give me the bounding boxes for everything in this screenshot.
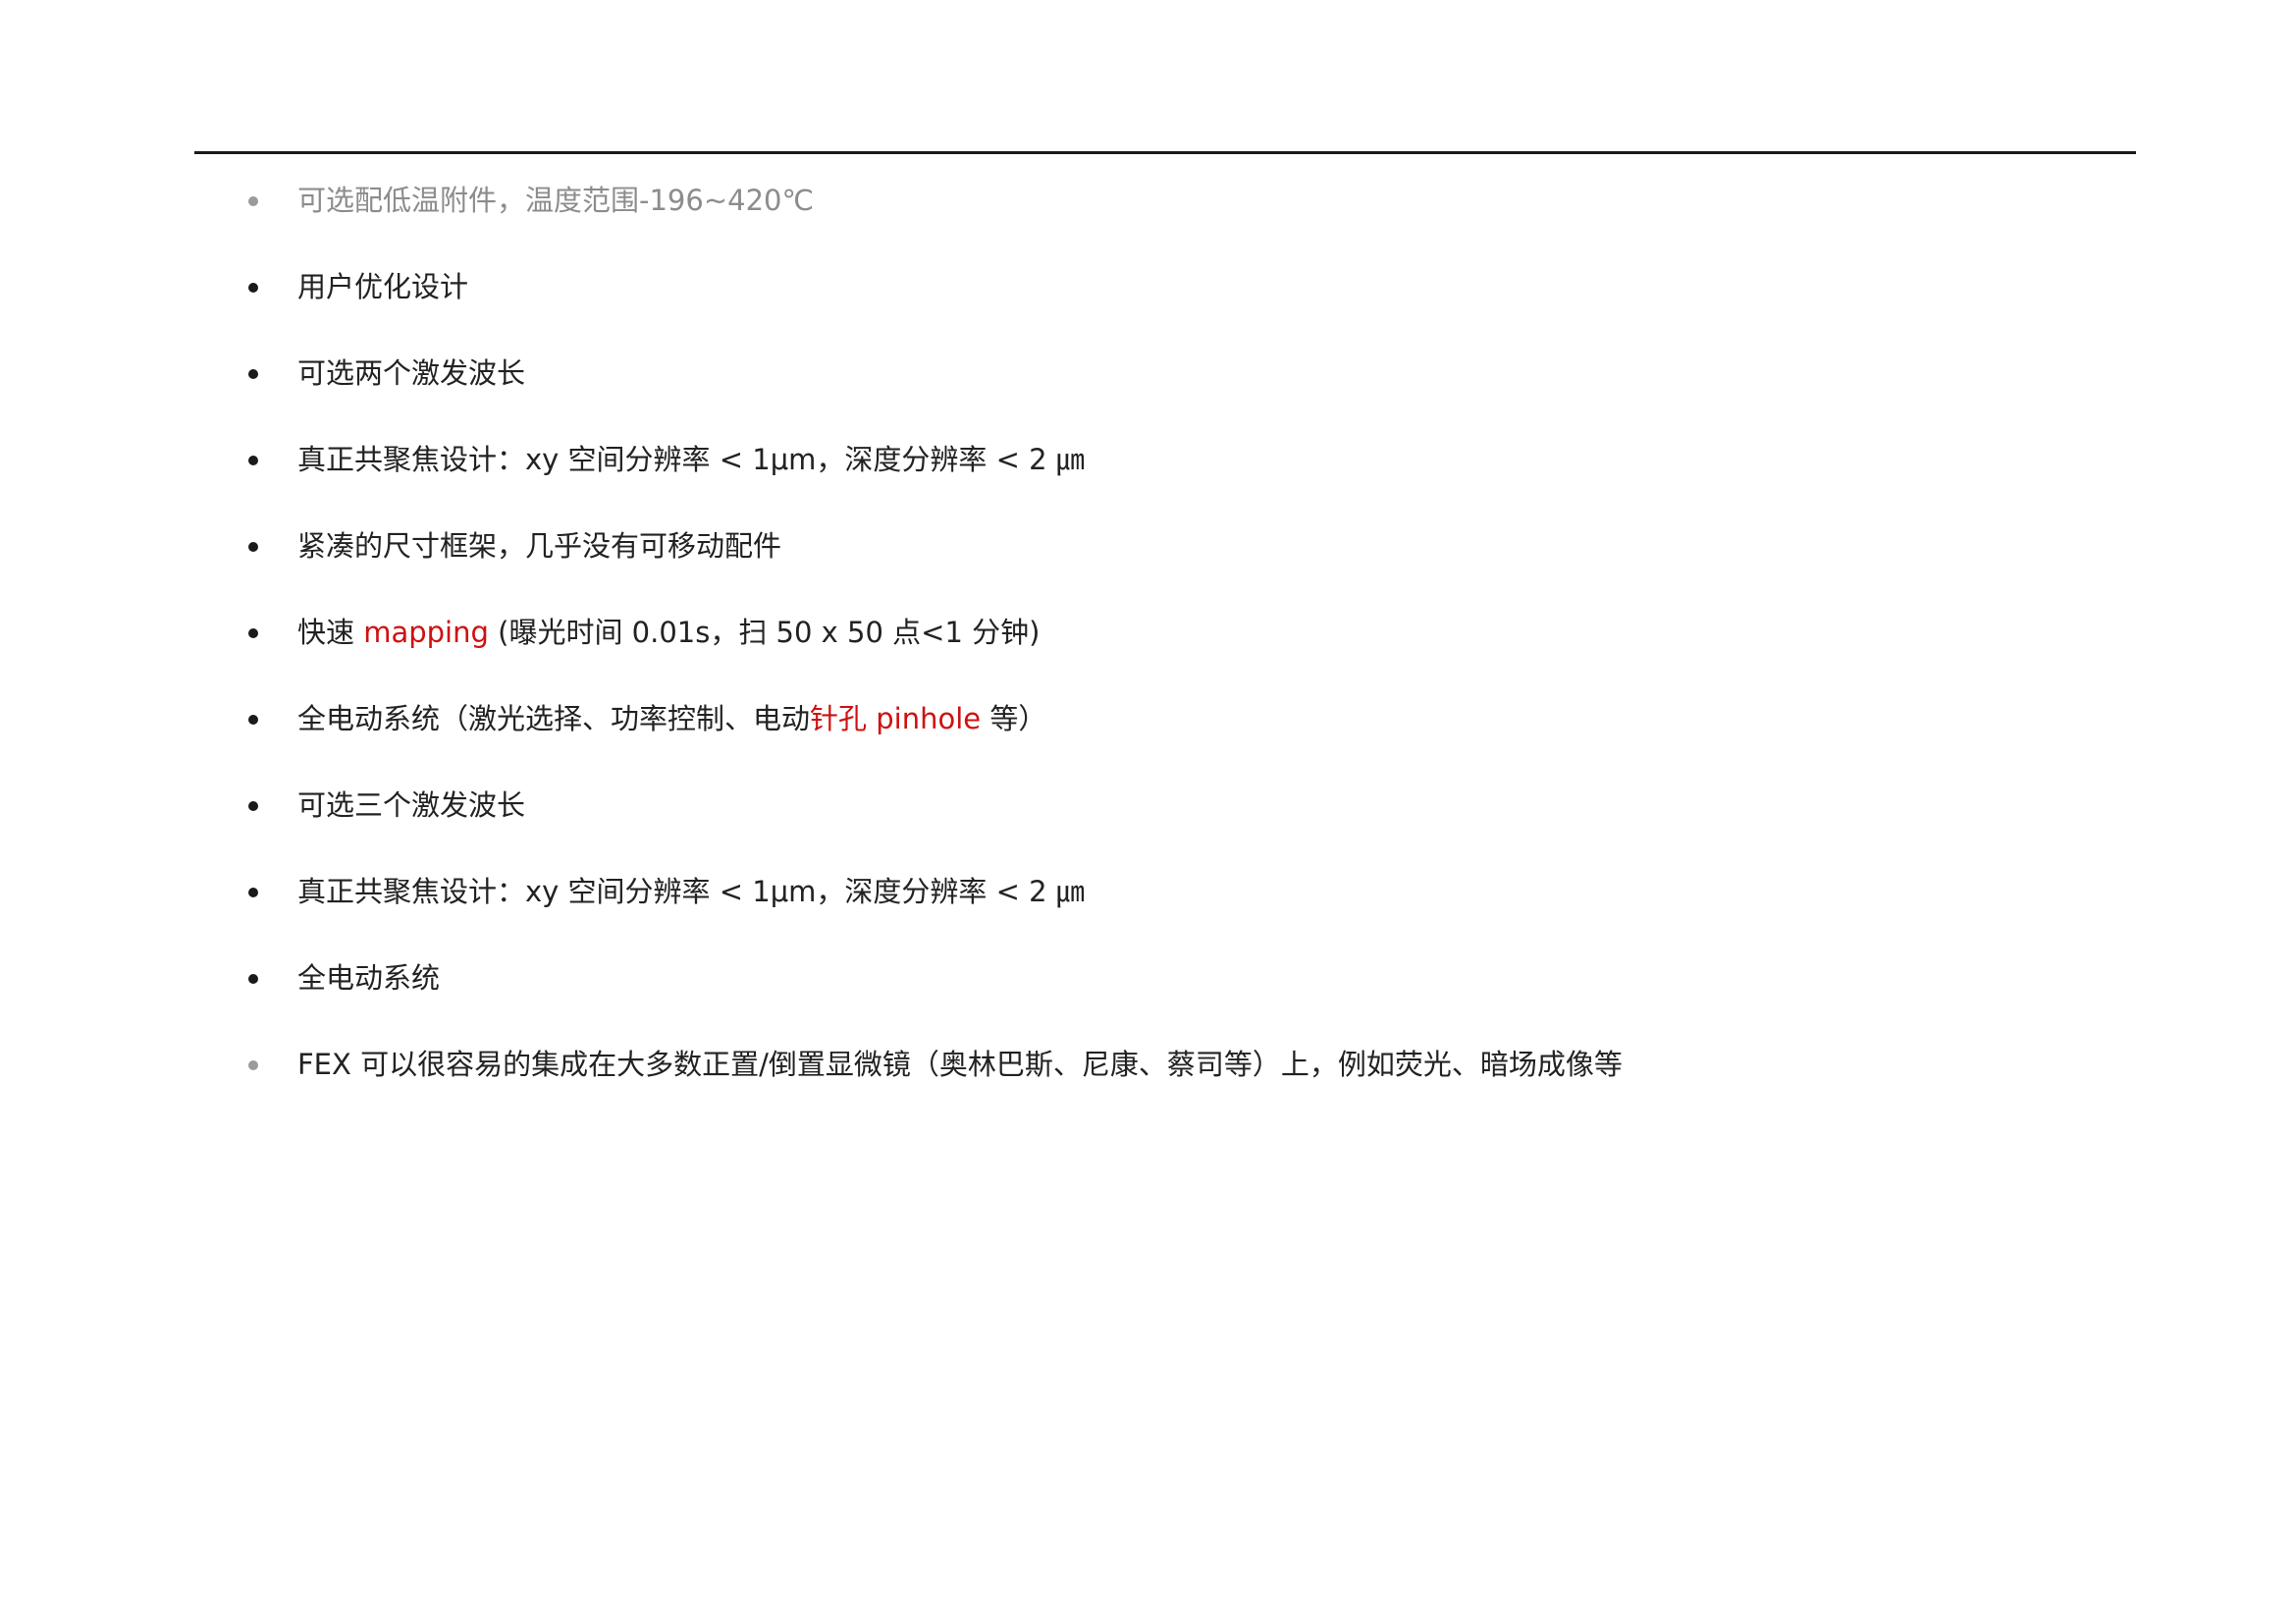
list-item: 可选两个激发波长 [0, 344, 1963, 403]
list-item-text-prefix: 快速 [297, 616, 364, 649]
list-item-text: 用户优化设计 [297, 270, 469, 303]
list-item-text: 可选两个激发波长 [297, 356, 526, 390]
list-item-text: FEX 可以很容易的集成在大多数正置/倒置显微镜（奥林巴斯、尼康、蔡司等）上，例… [297, 1048, 1623, 1081]
bullet-icon [248, 801, 258, 811]
bullet-icon [248, 888, 258, 897]
list-item: 全电动系统（激光选择、功率控制、电动针孔 pinhole 等） [0, 689, 1963, 748]
highlight-text: 针孔 pinhole [810, 702, 982, 735]
list-item-text: 可选配低温附件，温度范围-196~420℃ [297, 184, 815, 217]
bullet-icon [248, 1060, 258, 1070]
feature-list: 可选配低温附件，温度范围-196~420℃ 用户优化设计 可选两个激发波长 真正… [0, 0, 2296, 1624]
bullet-icon [248, 974, 258, 984]
list-item: 全电动系统 [0, 948, 1963, 1007]
list-item: 可选三个激发波长 [0, 776, 1963, 835]
list-item-text: 可选三个激发波长 [297, 788, 526, 822]
list-item-text: 全电动系统（激光选择、功率控制、电动针孔 pinhole 等） [297, 689, 1046, 748]
list-item: 用户优化设计 [0, 257, 1963, 316]
bullet-icon [248, 369, 258, 379]
list-item: FEX 可以很容易的集成在大多数正置/倒置显微镜（奥林巴斯、尼康、蔡司等）上，例… [0, 1035, 1963, 1094]
list-item: 快速 mapping (曝光时间 0.01s，扫 50 x 50 点<1 分钟) [0, 603, 1963, 662]
list-item-text: 紧凑的尺寸框架，几乎没有可移动配件 [297, 529, 782, 563]
bullet-icon [248, 715, 258, 725]
list-item-text-prefix: 全电动系统（激光选择、功率控制、电动 [297, 702, 811, 735]
list-item: 真正共聚焦设计：xy 空间分辨率 < 1μm，深度分辨率 < 2 ㎛ [0, 862, 1963, 921]
bullet-icon [248, 456, 258, 465]
list-item-text: 真正共聚焦设计：xy 空间分辨率 < 1μm，深度分辨率 < 2 ㎛ [297, 875, 1085, 908]
bullet-icon [248, 283, 258, 293]
bullet-icon [248, 196, 258, 206]
list-item-text: 真正共聚焦设计：xy 空间分辨率 < 1μm，深度分辨率 < 2 ㎛ [297, 443, 1085, 476]
list-item: 紧凑的尺寸框架，几乎没有可移动配件 [0, 516, 1963, 575]
list-item: 可选配低温附件，温度范围-196~420℃ [0, 171, 1963, 230]
highlight-text: mapping [363, 616, 489, 649]
list-item-text: 全电动系统 [297, 961, 441, 995]
bullet-icon [248, 628, 258, 638]
bullet-icon [248, 542, 258, 552]
list-item: 真正共聚焦设计：xy 空间分辨率 < 1μm，深度分辨率 < 2 ㎛ [0, 430, 1963, 489]
list-item-text-suffix: (曝光时间 0.01s，扫 50 x 50 点<1 分钟) [488, 616, 1041, 649]
list-item-text-suffix: 等） [981, 702, 1047, 735]
list-item-text: 快速 mapping (曝光时间 0.01s，扫 50 x 50 点<1 分钟) [297, 603, 1040, 662]
